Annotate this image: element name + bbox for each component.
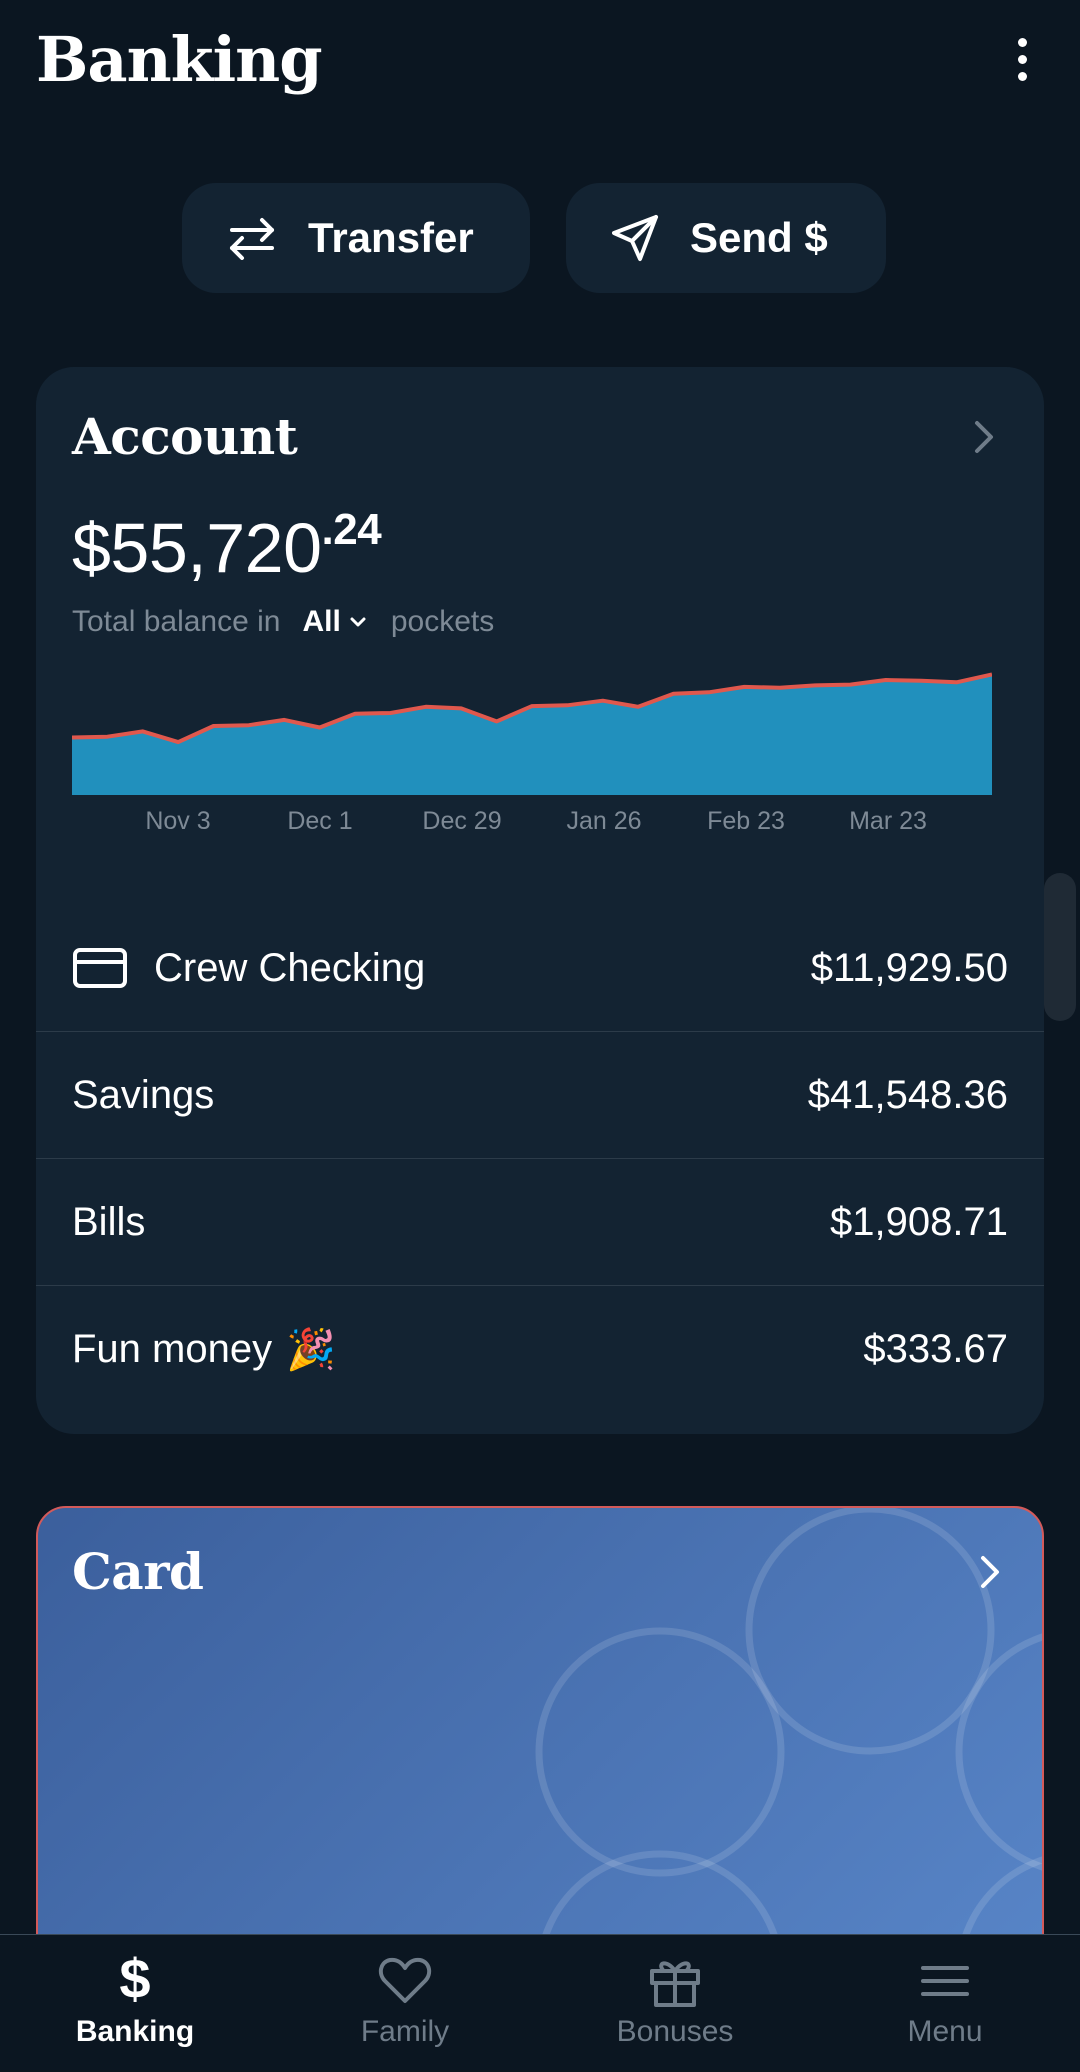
- chart-x-tick-label: Dec 29: [422, 807, 502, 835]
- chart-x-tick-label: Feb 23: [707, 807, 785, 835]
- card-header: Card: [72, 1542, 1008, 1601]
- balance-suffix: pockets: [390, 605, 495, 638]
- pocket-name: Bills: [72, 1199, 146, 1244]
- card-icon: [73, 948, 127, 988]
- pocket-amount: $333.67: [863, 1327, 1008, 1371]
- nav-banking[interactable]: $ Banking: [0, 1935, 270, 2072]
- scrollbar-thumb[interactable]: [1044, 873, 1076, 1021]
- pocket-row-savings[interactable]: Savings $41,548.36: [36, 1032, 1044, 1159]
- account-header[interactable]: Account: [72, 407, 1008, 466]
- balance-cents: .24: [321, 505, 382, 554]
- pocket-list: Crew Checking $11,929.50 Savings $41,548…: [36, 905, 1044, 1413]
- bottom-navigation: $ Banking Family Bonuses Menu: [0, 1934, 1080, 2072]
- account-card: Account $55,720.24 Total balance in All …: [36, 367, 1044, 1434]
- chevron-down-icon: [350, 617, 366, 627]
- nav-menu[interactable]: Menu: [810, 1935, 1080, 2072]
- chart-x-tick-label: Dec 1: [287, 807, 353, 835]
- send-money-label: Send $: [690, 214, 828, 261]
- balance-caption: Total balance in All pockets: [72, 605, 494, 639]
- transfer-label: Transfer: [308, 214, 474, 261]
- dollar-icon: $: [119, 1947, 151, 2010]
- pocket-amount: $1,908.71: [830, 1199, 1008, 1244]
- banking-screen: Banking Transfer Send $ Account $55,720.…: [0, 0, 1080, 2072]
- send-plane-icon: [612, 215, 658, 261]
- nav-label: Banking: [75, 2015, 195, 2048]
- pocket-row-fun-money[interactable]: Fun money 🎉 $333.67: [36, 1286, 1044, 1413]
- pocket-row-crew-checking[interactable]: Crew Checking $11,929.50: [36, 905, 1044, 1032]
- transfer-button[interactable]: Transfer: [182, 183, 530, 293]
- pocket-row-bills[interactable]: Bills $1,908.71: [36, 1159, 1044, 1286]
- more-vertical-icon: [1017, 37, 1027, 47]
- account-title: Account: [72, 407, 298, 466]
- total-balance: $55,720.24: [72, 505, 382, 588]
- heart-icon: [378, 1957, 432, 2003]
- pocket-name: Fun money: [72, 1327, 273, 1371]
- gift-icon: [650, 1961, 700, 2007]
- pocket-name: Savings: [72, 1072, 215, 1117]
- nav-label: Menu: [907, 2015, 983, 2048]
- balance-dollars: $55,720: [72, 509, 322, 587]
- quick-actions: Transfer Send $: [0, 183, 1080, 293]
- page-title: Banking: [36, 22, 323, 96]
- pocket-amount: $11,929.50: [810, 945, 1008, 990]
- header: Banking: [36, 14, 1044, 104]
- chart-x-tick-label: Jan 26: [566, 807, 642, 835]
- hamburger-menu-icon: [921, 1966, 969, 1996]
- chevron-right-icon[interactable]: [978, 1553, 1002, 1591]
- pocket-name: Crew Checking: [154, 945, 426, 990]
- pocket-filter-value: All: [302, 605, 341, 638]
- nav-family[interactable]: Family: [270, 1935, 540, 2072]
- balance-area: [72, 674, 992, 795]
- card-title: Card: [72, 1542, 204, 1601]
- chart-x-tick-label: Nov 3: [145, 807, 211, 835]
- party-popper-emoji: 🎉: [286, 1328, 336, 1372]
- send-money-button[interactable]: Send $: [566, 183, 886, 293]
- pocket-amount: $41,548.36: [807, 1072, 1008, 1117]
- nav-bonuses[interactable]: Bonuses: [540, 1935, 810, 2072]
- balance-prefix: Total balance in: [72, 605, 281, 638]
- nav-label: Bonuses: [616, 2015, 734, 2048]
- pocket-filter-select[interactable]: All: [302, 605, 366, 639]
- more-options-button[interactable]: [992, 19, 1052, 99]
- chart-x-tick-label: Mar 23: [849, 807, 927, 835]
- nav-label: Family: [360, 2015, 450, 2048]
- chevron-right-icon[interactable]: [972, 418, 996, 456]
- transfer-arrows-icon: [230, 218, 274, 260]
